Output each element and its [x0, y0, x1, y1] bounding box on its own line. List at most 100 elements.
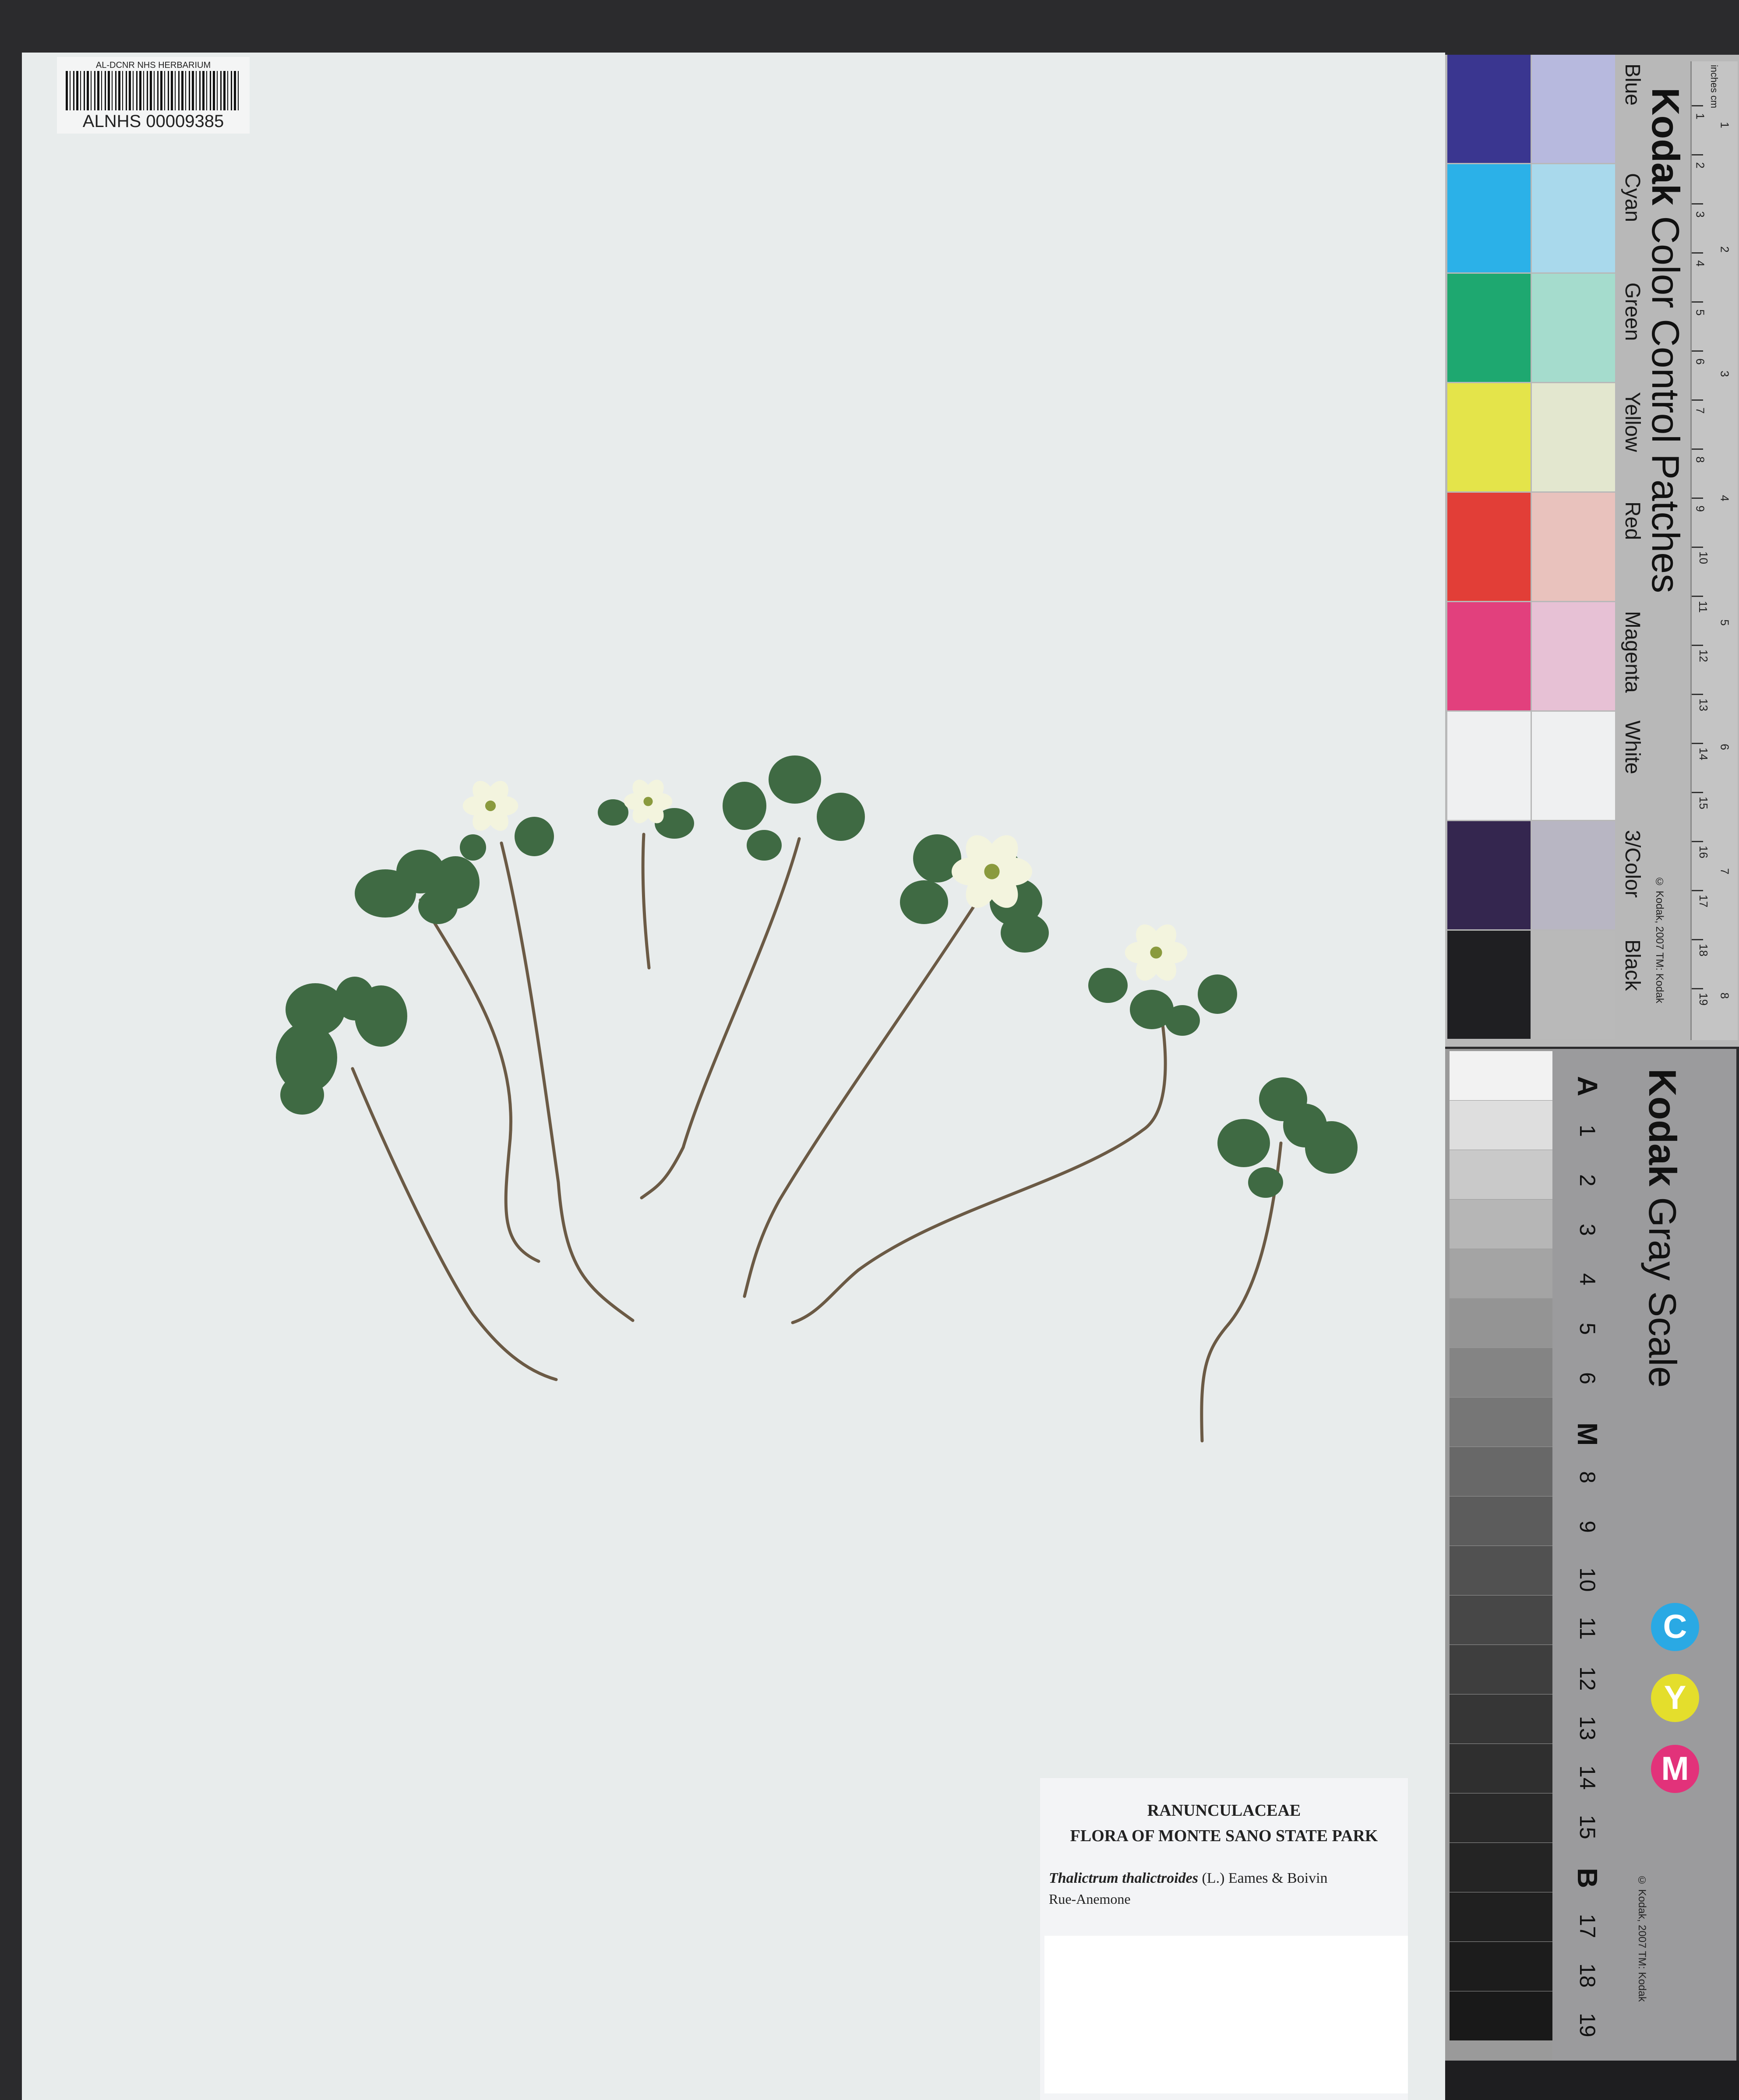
plant-stem: [641, 833, 651, 970]
gray-step-label: 4: [1575, 1273, 1600, 1285]
gray-step: [1450, 1299, 1552, 1348]
color-patch-light-black: [1532, 931, 1615, 1039]
gray-step-label: 13: [1575, 1716, 1600, 1740]
ruler-cm-label: 19: [1697, 993, 1710, 1006]
gray-step-label: 19: [1575, 2013, 1600, 2037]
cym-dot-m: M: [1651, 1745, 1699, 1793]
ruler-inch-label: 6: [1718, 744, 1732, 750]
gray-step: [1450, 1892, 1552, 1941]
ruler-cm-label: 1: [1693, 113, 1707, 120]
color-patch-light-3-color: [1532, 821, 1615, 929]
color-patch-label: Red: [1621, 501, 1644, 540]
ruler-tick: [1692, 645, 1703, 646]
gray-step: [1450, 1546, 1552, 1595]
color-patch-yellow: [1447, 383, 1531, 491]
color-patch-label: Black: [1621, 939, 1644, 991]
gray-step-label: 14: [1575, 1765, 1600, 1790]
plant-leaf: [747, 830, 782, 861]
ruler-cm-label: 10: [1697, 551, 1710, 564]
gray-step: [1450, 1447, 1552, 1496]
flower-center: [1150, 946, 1162, 959]
gray-step-label: 17: [1575, 1914, 1600, 1938]
cym-dot-c: C: [1651, 1603, 1699, 1651]
color-patch-label: Cyan: [1621, 173, 1644, 222]
ruler-inch-label: 5: [1718, 619, 1732, 626]
color-patch-label: 3/Color: [1621, 830, 1644, 898]
color-patch-label: White: [1621, 720, 1644, 774]
gray-step-label: M: [1572, 1422, 1603, 1446]
color-patch-red: [1447, 493, 1531, 601]
cym-dot-y: Y: [1651, 1674, 1699, 1722]
ruler-cm-label: 12: [1697, 649, 1710, 662]
ruler-cm-label: 17: [1697, 895, 1710, 907]
gray-step: [1450, 1843, 1552, 1892]
gray-step: [1450, 1398, 1552, 1447]
ruler-cm-label: 16: [1697, 846, 1710, 858]
color-card-copyright: © Kodak, 2007 TM: Kodak: [1654, 876, 1665, 1003]
specimen-label: RANUNCULACEAE FLORA OF MONTE SANO STATE …: [1040, 1778, 1408, 2100]
ruler-cm-label: 9: [1693, 505, 1707, 512]
gray-step: [1450, 1793, 1552, 1842]
gray-step: [1450, 1051, 1552, 1100]
ruler-tick: [1692, 694, 1703, 695]
gray-step-label: A: [1572, 1076, 1603, 1097]
plant-leaf: [280, 1075, 324, 1115]
common-name: Rue-Anemone: [1049, 1891, 1131, 1907]
ruler-tick: [1692, 498, 1703, 499]
plant-leaf: [460, 834, 486, 861]
ruler-cm-label: 2: [1693, 162, 1707, 169]
gray-step-label: 1: [1575, 1125, 1600, 1137]
color-patch-blue: [1447, 55, 1531, 163]
color-patch-green: [1447, 274, 1531, 382]
gray-step: [1450, 1744, 1552, 1793]
gray-step: [1450, 1496, 1552, 1546]
gray-step-label: 2: [1575, 1174, 1600, 1186]
ruler-tick: [1692, 792, 1703, 793]
ruler-tick: [1692, 350, 1703, 352]
ruler-tick: [1692, 203, 1703, 205]
herbarium-specimen-image: AL-DCNR NHS HERBARIUM ALNHS 00009385 RAN…: [0, 0, 1739, 2100]
ruler-tick: [1692, 547, 1703, 548]
plant-leaf: [335, 977, 374, 1020]
ruler-cm-label: 13: [1697, 699, 1710, 711]
scientific-name-line: Thalictrum thalictroides (L.) Eames & Bo…: [1049, 1870, 1328, 1887]
gray-step: [1450, 1249, 1552, 1298]
gray-step: [1450, 1645, 1552, 1694]
ruler-inch-label: 3: [1718, 371, 1732, 377]
color-patch-light-red: [1532, 493, 1615, 601]
ruler-cm-label: 18: [1697, 944, 1710, 956]
color-patch-black: [1447, 931, 1531, 1039]
plant-stem: [351, 1067, 558, 1381]
gray-step: [1450, 1200, 1552, 1249]
ruler: inches cm 1 2 3 4 5 6 7 8 9 10 11 12 13 14 15 16 17 18 19 1 2…: [1690, 61, 1738, 1040]
gray-step-label: 10: [1575, 1567, 1600, 1592]
gray-step-label: 6: [1575, 1372, 1600, 1384]
gray-step-label: 5: [1575, 1323, 1600, 1335]
ruler-inch-label: 8: [1718, 992, 1732, 999]
flower-center: [643, 797, 653, 806]
plant-leaf: [598, 799, 628, 826]
ruler-tick: [1692, 301, 1703, 303]
ruler-cm-label: 5: [1693, 309, 1707, 316]
ruler-cm-label: 8: [1693, 456, 1707, 463]
plant-leaf: [1248, 1167, 1283, 1198]
gray-step-label: 8: [1575, 1471, 1600, 1483]
gray-step: [1450, 1694, 1552, 1744]
color-patch-magenta: [1447, 602, 1531, 710]
gray-step: [1450, 1595, 1552, 1645]
color-patch-light-white: [1532, 712, 1615, 820]
plant-leaf: [286, 983, 345, 1036]
flora-title: FLORA OF MONTE SANO STATE PARK: [1070, 1827, 1378, 1845]
ruler-inch-label: 4: [1718, 495, 1732, 501]
plant-leaf: [515, 817, 554, 856]
ruler-units: inches cm: [1709, 65, 1720, 109]
ruler-tick: [1692, 841, 1703, 842]
color-patch-light-cyan: [1532, 164, 1615, 272]
plant-leaf: [1001, 913, 1049, 953]
gray-step-label: 18: [1575, 1963, 1600, 1988]
ruler-cm-label: 6: [1693, 358, 1707, 365]
plant-leaf: [418, 889, 458, 924]
plant-leaf: [1198, 974, 1237, 1014]
ruler-tick: [1692, 988, 1703, 989]
family-name: RANUNCULACEAE: [1147, 1801, 1301, 1820]
